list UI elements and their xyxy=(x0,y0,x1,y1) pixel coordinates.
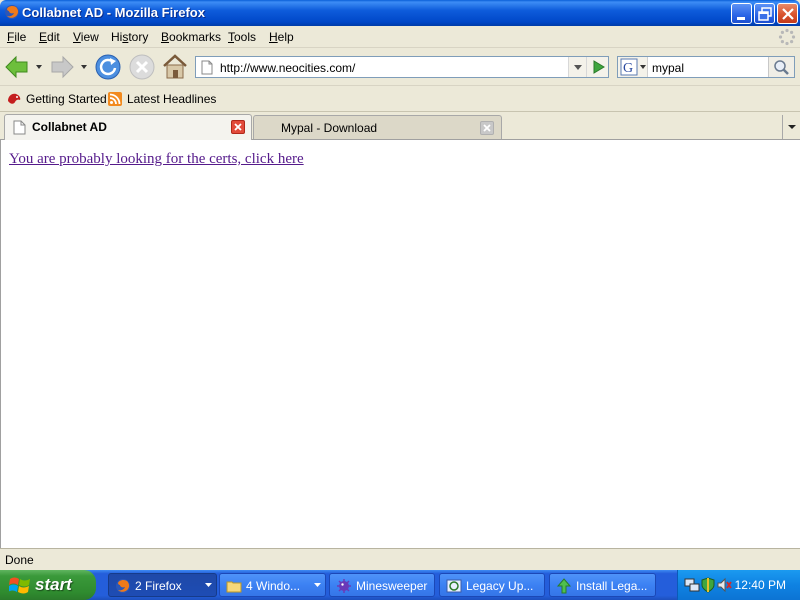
reload-icon[interactable] xyxy=(94,53,122,81)
bookmark-getting-started[interactable]: Getting Started xyxy=(6,91,107,107)
magnifier-icon xyxy=(774,60,789,75)
start-button[interactable]: start xyxy=(0,570,96,600)
all-tabs-dropdown[interactable] xyxy=(782,115,800,139)
taskbar-windows-group[interactable]: 4 Windo... xyxy=(219,573,326,597)
title-bar[interactable]: Collabnet AD - Mozilla Firefox xyxy=(0,0,800,26)
firefox-icon xyxy=(116,579,130,593)
legacy-update-icon xyxy=(446,579,462,593)
tab-label: Collabnet AD xyxy=(32,120,107,134)
taskbar-label: 2 Firefox xyxy=(135,579,182,593)
back-history-dropdown-icon[interactable] xyxy=(35,63,43,71)
volume-icon[interactable] xyxy=(716,577,732,593)
taskbar-label: Install Lega... xyxy=(576,579,648,593)
restore-button[interactable] xyxy=(754,3,775,24)
home-icon[interactable] xyxy=(162,53,188,81)
menu-view[interactable]: View xyxy=(73,30,99,44)
chevron-down-icon xyxy=(788,125,796,129)
page-icon xyxy=(13,120,26,135)
clock[interactable]: 12:40 PM xyxy=(735,578,786,592)
install-icon xyxy=(556,578,572,594)
close-button[interactable] xyxy=(777,3,798,24)
navigation-toolbar: http://www.neocities.com/ G mypal xyxy=(0,48,800,86)
url-bar[interactable]: http://www.neocities.com/ xyxy=(195,56,609,78)
minesweeper-icon xyxy=(337,579,351,593)
window-title: Collabnet AD - Mozilla Firefox xyxy=(22,5,205,20)
menu-bookmarks[interactable]: Bookmarks xyxy=(161,30,221,44)
tab-close-button[interactable] xyxy=(231,120,245,134)
getting-started-icon xyxy=(8,93,21,104)
start-label: start xyxy=(35,575,72,594)
folder-icon xyxy=(226,581,242,593)
svg-text:G: G xyxy=(623,61,633,76)
search-input[interactable]: mypal xyxy=(652,61,684,75)
forward-arrow-icon[interactable] xyxy=(49,54,75,80)
taskbar-minesweeper[interactable]: Minesweeper xyxy=(329,573,435,597)
menu-file[interactable]: File xyxy=(7,30,26,44)
go-arrow-icon xyxy=(593,60,605,74)
rss-feed-icon xyxy=(108,92,122,106)
chevron-down-icon xyxy=(574,65,582,70)
tab-strip: Collabnet AD Mypal - Download xyxy=(0,112,800,140)
minimize-button[interactable] xyxy=(731,3,752,24)
menu-edit[interactable]: Edit xyxy=(39,30,60,44)
taskbar-label: Legacy Up... xyxy=(466,579,534,593)
windows-logo-icon xyxy=(9,577,30,594)
back-arrow-icon[interactable] xyxy=(4,54,30,80)
close-icon xyxy=(782,8,794,20)
firefox-icon xyxy=(5,5,19,19)
search-bar[interactable]: G mypal xyxy=(617,56,795,78)
taskbar-firefox-group[interactable]: 2 Firefox xyxy=(108,573,217,597)
taskbar-label: 4 Windo... xyxy=(246,579,301,593)
menu-help[interactable]: Help xyxy=(269,30,294,44)
url-history-dropdown[interactable] xyxy=(568,57,586,77)
stop-icon[interactable] xyxy=(128,53,156,81)
chevron-down-icon xyxy=(314,583,321,587)
taskbar-install-legacy[interactable]: Install Lega... xyxy=(549,573,656,597)
restore-icon xyxy=(758,7,772,21)
status-text: Done xyxy=(5,553,34,567)
network-icon[interactable] xyxy=(684,577,700,593)
page-icon xyxy=(201,60,213,75)
google-icon: G xyxy=(620,58,646,76)
chevron-down-icon xyxy=(205,583,212,587)
search-button[interactable] xyxy=(768,57,794,77)
bookmarks-toolbar: Getting Started Latest Headlines xyxy=(0,86,800,112)
bookmark-label: Getting Started xyxy=(26,92,107,106)
tab-close-button[interactable] xyxy=(480,121,494,135)
taskbar-label: Minesweeper xyxy=(356,579,428,593)
tab-collabnet-ad[interactable]: Collabnet AD xyxy=(4,114,252,140)
menu-tools[interactable]: Tools xyxy=(228,30,256,44)
url-text[interactable]: http://www.neocities.com/ xyxy=(220,61,355,75)
security-shield-icon[interactable] xyxy=(700,577,716,593)
search-engine-selector[interactable]: G xyxy=(618,57,648,77)
close-icon xyxy=(483,124,491,132)
throbber-icon xyxy=(778,28,796,46)
minimize-icon xyxy=(737,17,745,20)
page-content: You are probably looking for the certs, … xyxy=(0,140,800,548)
system-tray: 12:40 PM xyxy=(677,570,800,600)
forward-history-dropdown-icon[interactable] xyxy=(80,63,88,71)
tab-label: Mypal - Download xyxy=(281,121,378,135)
close-icon xyxy=(234,123,242,131)
bookmark-latest-headlines[interactable]: Latest Headlines xyxy=(107,91,216,107)
certs-link[interactable]: You are probably looking for the certs, … xyxy=(9,151,304,168)
bookmark-label: Latest Headlines xyxy=(127,92,217,106)
tab-mypal-download[interactable]: Mypal - Download xyxy=(253,115,502,139)
taskbar: start 2 Firefox 4 Windo... Minesweeper L… xyxy=(0,570,800,600)
menu-bar: File Edit View History Bookmarks Tools H… xyxy=(0,26,800,48)
go-button[interactable] xyxy=(586,57,608,77)
status-bar: Done xyxy=(0,548,800,570)
menu-history[interactable]: History xyxy=(111,30,148,44)
taskbar-legacy-update[interactable]: Legacy Up... xyxy=(439,573,545,597)
